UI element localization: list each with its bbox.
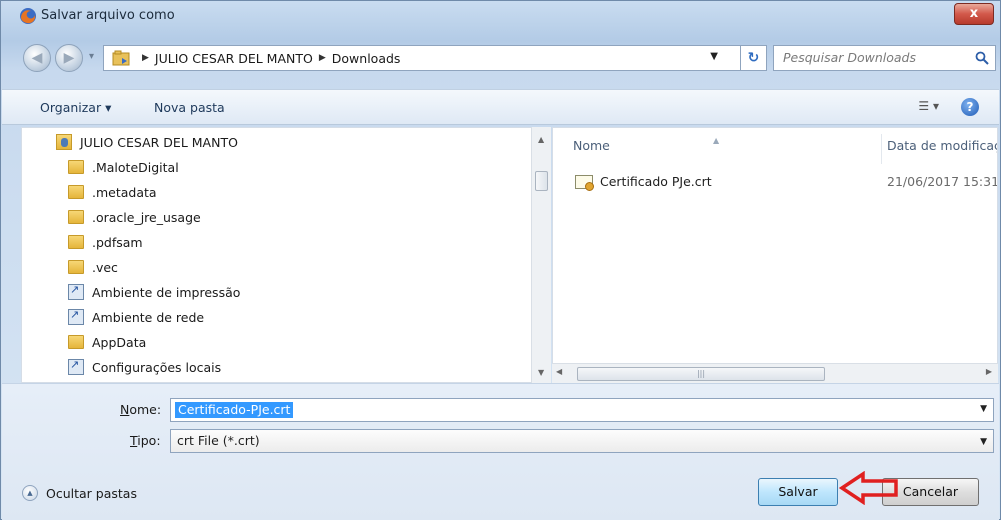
chevron-right-icon: ▶	[142, 53, 149, 63]
organize-menu[interactable]: Organizar ▾	[40, 100, 111, 115]
window-title: Salvar arquivo como	[41, 8, 175, 23]
folder-icon	[68, 260, 84, 274]
tree-item-malotedigital[interactable]: .MaloteDigital	[68, 155, 179, 179]
red-arrow-annotation-icon	[839, 471, 898, 505]
scroll-down-icon[interactable]: ▼	[538, 368, 544, 377]
scroll-thumb[interactable]: |||	[577, 367, 825, 381]
help-icon[interactable]: ?	[961, 98, 979, 116]
tree-item-user[interactable]: JULIO CESAR DEL MANTO	[56, 130, 238, 154]
hide-folders-label: Ocultar pastas	[46, 485, 137, 501]
new-folder-button[interactable]: Nova pasta	[154, 100, 225, 115]
recent-pages-icon[interactable]: ▾	[89, 51, 94, 62]
folder-tree: JULIO CESAR DEL MANTO .MaloteDigital .me…	[21, 127, 551, 383]
file-type-select[interactable]: crt File (*.crt) ▼	[170, 429, 994, 453]
chevron-right-icon: ▶	[318, 53, 326, 63]
chevron-down-icon[interactable]: ▼	[980, 431, 987, 453]
tree-item-configuracoes-locais[interactable]: Configurações locais	[68, 355, 221, 379]
firefox-icon	[20, 8, 36, 24]
scroll-up-icon[interactable]: ▲	[538, 135, 544, 144]
file-type-value: crt File (*.crt)	[177, 433, 260, 448]
tree-item-appdata[interactable]: AppData	[68, 330, 146, 354]
folder-location-icon	[112, 50, 130, 66]
tree-item-vec[interactable]: .vec	[68, 255, 118, 279]
address-bar[interactable]: ▶ JULIO CESAR DEL MANTO ▶ Downloads ▼	[103, 45, 741, 71]
title-bar: Salvar arquivo como x	[1, 1, 1000, 37]
close-button[interactable]: x	[954, 3, 994, 25]
save-file-dialog: Salvar arquivo como x ◀ ▶ ▾ ▶ JULIO CESA…	[0, 0, 1001, 520]
file-name-input[interactable]: Certificado-PJe.crt ▼	[170, 398, 994, 422]
file-name: Certificado PJe.crt	[600, 174, 712, 189]
name-label: Nome:	[120, 402, 162, 417]
scroll-left-icon[interactable]: ◀	[556, 367, 562, 376]
shortcut-icon	[68, 308, 84, 325]
tree-item-ambiente-impressao[interactable]: Ambiente de impressão	[68, 280, 240, 304]
command-toolbar: Organizar ▾ Nova pasta ☰ ▾ ?	[2, 89, 999, 125]
navigation-bar: ◀ ▶ ▾ ▶ JULIO CESAR DEL MANTO ▶ Download…	[21, 41, 996, 75]
collapse-icon: ▲	[22, 485, 38, 501]
breadcrumb-downloads[interactable]: Downloads	[332, 51, 401, 66]
chevron-down-icon[interactable]: ▼	[710, 51, 718, 62]
column-header-date[interactable]: Data de modificaç	[887, 128, 997, 164]
back-button[interactable]: ◀	[23, 44, 51, 72]
folder-icon	[68, 185, 84, 199]
chevron-down-icon[interactable]: ▼	[980, 404, 987, 414]
column-header-name[interactable]: Nome	[573, 128, 610, 164]
user-folder-icon	[56, 134, 72, 150]
forward-button[interactable]: ▶	[55, 44, 83, 72]
file-name-value[interactable]: Certificado-PJe.crt	[175, 402, 294, 418]
tree-item-ambiente-rede[interactable]: Ambiente de rede	[68, 305, 204, 329]
folder-icon	[68, 210, 84, 224]
search-input[interactable]: Pesquisar Downloads	[773, 45, 996, 71]
shortcut-icon	[68, 283, 84, 300]
shortcut-icon	[68, 358, 84, 375]
hide-folders-button[interactable]: ▲ Ocultar pastas	[22, 485, 137, 501]
refresh-icon[interactable]: ↻	[741, 45, 767, 71]
folder-icon	[68, 335, 84, 349]
folder-icon	[68, 160, 84, 174]
file-row[interactable]: Certificado PJe.crt	[575, 174, 712, 191]
search-placeholder: Pesquisar Downloads	[783, 50, 917, 65]
tree-vertical-scrollbar[interactable]: ▲ ▼	[531, 127, 551, 383]
search-icon[interactable]	[975, 51, 989, 65]
scroll-thumb[interactable]	[535, 171, 548, 191]
certificate-icon	[575, 174, 594, 191]
tree-item-oracle-jre-usage[interactable]: .oracle_jre_usage	[68, 205, 201, 229]
tree-item-pdfsam[interactable]: .pdfsam	[68, 230, 143, 254]
tree-item-metadata[interactable]: .metadata	[68, 180, 157, 204]
type-label: Tipo:	[130, 433, 161, 448]
views-button[interactable]: ☰ ▾	[918, 99, 939, 113]
file-horizontal-scrollbar[interactable]: ◀ ||| ▶	[552, 363, 998, 383]
column-divider[interactable]	[881, 134, 882, 164]
file-list: Nome ▲ Data de modificaç Certificado PJe…	[552, 127, 998, 383]
scroll-right-icon[interactable]: ▶	[986, 367, 992, 376]
file-date: 21/06/2017 15:31	[887, 174, 998, 189]
save-button[interactable]: Salvar	[758, 478, 838, 506]
breadcrumb-user[interactable]: JULIO CESAR DEL MANTO	[155, 51, 313, 66]
sort-ascending-icon: ▲	[713, 136, 720, 145]
folder-icon	[68, 235, 84, 249]
